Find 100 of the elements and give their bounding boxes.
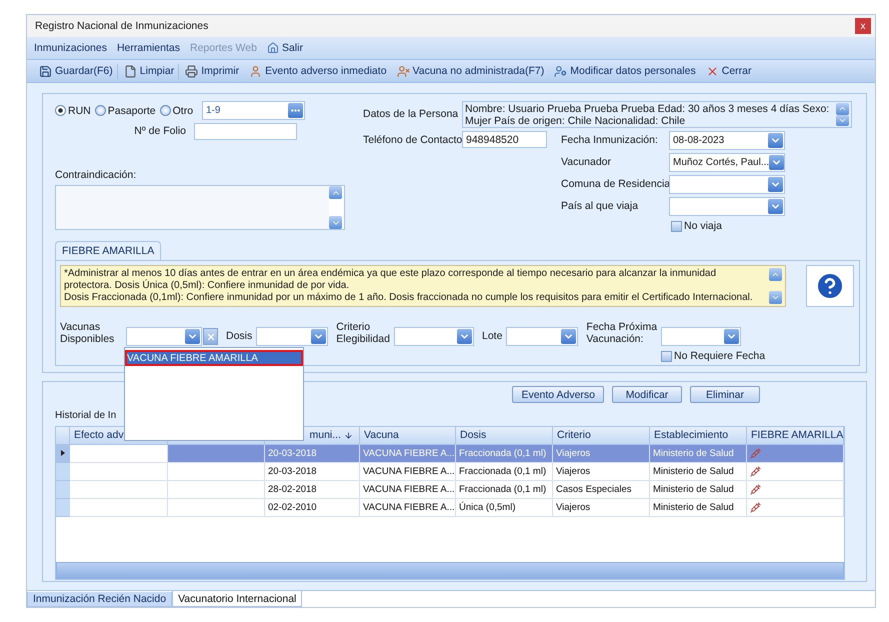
table-cell: Única (0,5ml)	[456, 498, 553, 516]
table-cell: Fraccionada (0,1 ml)	[456, 444, 553, 462]
chevron-down-icon	[768, 199, 783, 214]
column-header[interactable]: Establecimiento	[650, 426, 747, 444]
dropdown-field[interactable]	[256, 327, 328, 346]
scroll-up-icon	[329, 186, 342, 200]
field-label: Teléfono de Contacto	[363, 134, 462, 146]
table-cell: VACUNA FIEBRE A...	[360, 498, 456, 516]
scroll-down-icon	[329, 216, 342, 230]
ellipsis-icon	[288, 103, 303, 118]
action-button[interactable]: Modificar	[612, 386, 682, 403]
table-cell: Ministerio de Salud	[650, 462, 747, 480]
table-cell: Ministerio de Salud	[650, 498, 747, 516]
current-row-icon	[61, 450, 65, 456]
dropdown-field[interactable]	[126, 327, 202, 346]
menu-item[interactable]: Salir	[262, 42, 308, 54]
radio-option[interactable]: RUN	[55, 104, 91, 116]
syringe-icon	[750, 484, 761, 494]
bottom-tab[interactable]: Vacunatorio Internacional	[172, 591, 302, 607]
action-button[interactable]: Eliminar	[690, 386, 760, 403]
dropdown-field[interactable]	[661, 327, 742, 346]
dropdown-field[interactable]	[394, 327, 474, 346]
field-label: Datos de la Persona	[363, 108, 460, 121]
menu-item[interactable]: Inmunizaciones	[29, 42, 112, 54]
table-cell: 20-03-2018	[265, 444, 360, 462]
chevron-down-icon	[724, 329, 740, 344]
close-button[interactable]: x	[855, 18, 871, 34]
toolbar-button[interactable]: Modificar datos personales	[550, 64, 700, 78]
field-label: Vacunas Disponibles	[60, 321, 116, 346]
sort-arrow-icon	[344, 430, 353, 440]
table-cell: 02-02-2010	[265, 498, 360, 516]
table-cell: VACUNA FIEBRE A...	[360, 444, 456, 462]
field-label: País al que viaja	[561, 200, 640, 213]
scroll-up-icon	[836, 103, 849, 114]
checkbox[interactable]: No viaja	[671, 220, 785, 232]
help-button[interactable]	[806, 265, 854, 307]
chevron-down-icon	[769, 155, 784, 170]
radio-option[interactable]: Otro	[160, 104, 194, 116]
table-cell: VACUNA FIEBRE A...	[360, 480, 456, 498]
bottom-tab[interactable]: Inmunización Recién Nacido	[27, 592, 172, 607]
column-header[interactable]: Criterio	[553, 426, 650, 444]
toolbar-button[interactable]: Limpiar	[120, 64, 180, 78]
toolbar-button[interactable]: Evento adverso inmediato	[245, 64, 391, 78]
field-label: Nº de Folio	[133, 125, 187, 138]
phone-field[interactable]: 948948520	[462, 131, 547, 148]
chevron-down-icon	[561, 329, 576, 344]
field-label: Criterio Elegibilidad	[336, 321, 390, 346]
contraindication-field[interactable]	[55, 185, 345, 230]
window-title: Registro Nacional de Inmunizaciones	[35, 20, 208, 32]
chevron-down-icon	[768, 133, 783, 148]
table-cell: Ministerio de Salud	[650, 480, 747, 498]
table-cell: Casos Especiales	[553, 480, 650, 498]
table-cell: Ministerio de Salud	[650, 444, 747, 462]
column-header[interactable]: Vacuna	[360, 426, 456, 444]
toolbar-button[interactable]: Vacuna no administrada(F7)	[392, 64, 548, 78]
section-label: Historial de In	[55, 410, 118, 422]
clear-icon[interactable]	[203, 328, 218, 345]
dropdown-field[interactable]: Muñoz Cortés, Paul...	[669, 153, 785, 172]
field-label: Comuna de Residencia	[561, 178, 669, 191]
table-cell: Viajeros	[553, 498, 650, 516]
syringe-icon	[750, 502, 761, 512]
table-cell: 28-02-2018	[265, 480, 360, 498]
menu-item[interactable]: Herramientas	[112, 42, 185, 54]
scroll-down-icon	[769, 291, 782, 304]
scroll-up-icon	[769, 268, 782, 281]
dropdown-option[interactable]: VACUNA FIEBRE AMARILLA	[125, 350, 303, 366]
column-header[interactable]: Dosis	[456, 426, 553, 444]
person-icon	[249, 64, 262, 78]
table-cell: Viajeros	[553, 444, 650, 462]
field-label: Lote	[482, 330, 502, 342]
person-info-text: Nombre: Usuario Prueba Prueba Prueba Edad: 30 años 3 meses 4 días Sexo: Mujer País de origen: Chile Nacionalidad: Chile	[465, 103, 830, 126]
save-icon	[39, 64, 52, 78]
field-label: Dosis	[226, 330, 252, 342]
table-cell: VACUNA FIEBRE A...	[360, 462, 456, 480]
toolbar-button[interactable]: Guardar(F6)	[35, 64, 118, 78]
dropdown-field[interactable]	[506, 327, 578, 346]
table-cell: Fraccionada (0,1 ml)	[456, 480, 553, 498]
syringe-icon	[750, 466, 761, 476]
column-header[interactable]: FIEBRE AMARILLA	[747, 426, 844, 444]
table-cell: Fraccionada (0,1 ml)	[456, 462, 553, 480]
chevron-down-icon	[456, 329, 472, 344]
home-icon	[266, 42, 279, 54]
dropdown-field[interactable]	[669, 197, 785, 216]
chevron-down-icon	[185, 329, 200, 344]
row-indicator[interactable]	[56, 444, 70, 462]
toolbar-button[interactable]: Cerrar	[702, 64, 756, 78]
printer-icon	[185, 64, 198, 78]
action-button[interactable]: Evento Adverso	[512, 386, 604, 403]
chevron-down-icon	[311, 329, 326, 344]
vaccine-tab[interactable]: FIEBRE AMARILLA	[55, 241, 162, 260]
dropdown-field[interactable]	[669, 175, 785, 194]
checkbox[interactable]: No Requiere Fecha	[661, 350, 766, 362]
dropdown-field[interactable]: 08-08-2023	[669, 131, 785, 150]
field-label: Fecha Inmunización:	[561, 134, 659, 147]
folio-field[interactable]	[194, 123, 297, 140]
scroll-down-icon	[836, 114, 849, 126]
toolbar-button[interactable]: Imprimir	[181, 64, 244, 78]
radio-option[interactable]: Pasaporte	[94, 104, 156, 116]
close-icon	[706, 64, 719, 78]
id-field[interactable]: 1-9	[202, 101, 305, 120]
